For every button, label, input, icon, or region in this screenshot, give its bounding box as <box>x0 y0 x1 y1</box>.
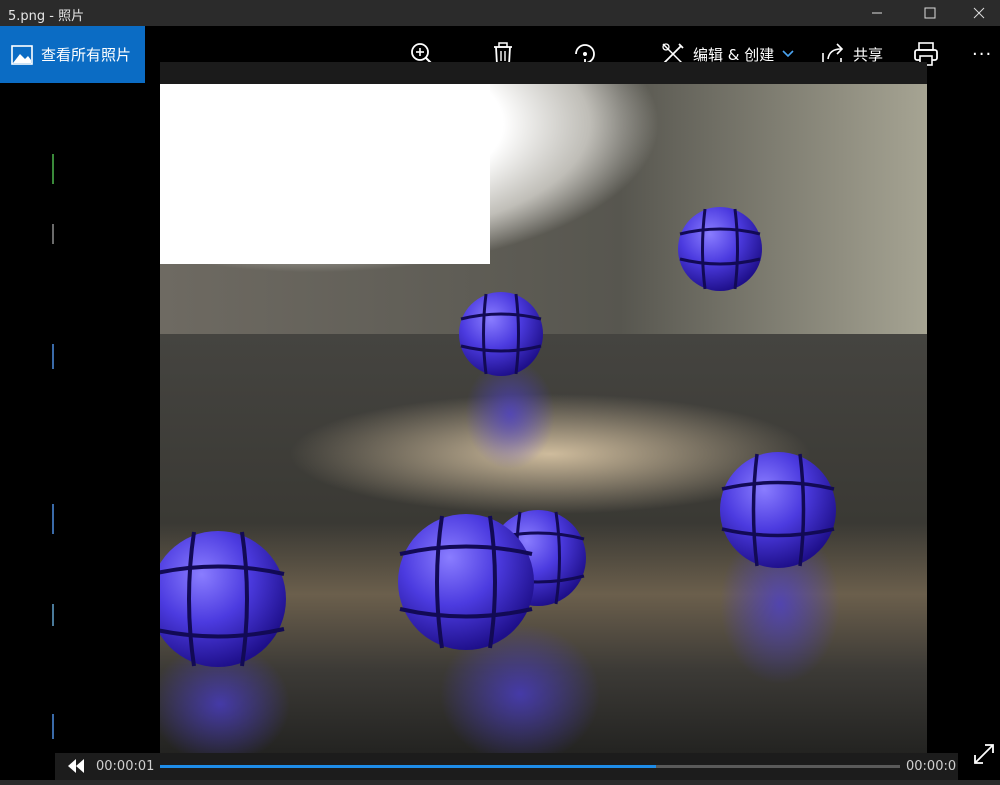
seek-bar-progress <box>160 765 656 768</box>
sphere <box>459 292 543 376</box>
rewind-button[interactable] <box>66 757 86 775</box>
close-button[interactable] <box>956 0 1000 26</box>
chevron-down-icon <box>782 50 794 58</box>
close-icon <box>973 7 985 19</box>
sphere <box>678 207 762 291</box>
glass-spheres-render <box>160 84 927 754</box>
bottom-edge <box>0 780 1000 785</box>
current-time: 00:00:01 <box>96 759 155 774</box>
minimize-button[interactable] <box>854 0 900 26</box>
maximize-icon <box>924 7 936 19</box>
all-photos-label: 查看所有照片 <box>41 46 132 64</box>
title-bar: 5.png - 照片 <box>0 0 1000 26</box>
rewind-icon <box>68 759 84 773</box>
filmstrip-edge <box>52 84 55 754</box>
sphere <box>398 514 534 650</box>
maximize-button[interactable] <box>907 0 953 26</box>
photo-gallery-icon <box>11 44 33 65</box>
fullscreen-button[interactable] <box>970 740 998 768</box>
sphere <box>720 452 836 568</box>
end-time: 00:00:0 <box>906 759 957 774</box>
photo-canvas[interactable] <box>160 84 927 754</box>
expand-icon <box>974 744 994 764</box>
more-options-icon: ··· <box>972 43 993 65</box>
all-photos-button[interactable]: 查看所有照片 <box>0 26 145 83</box>
minimize-icon <box>872 12 882 14</box>
more-options-button[interactable]: ··· <box>972 38 992 70</box>
photo-top-border <box>160 62 927 84</box>
window-title: 5.png - 照片 <box>8 9 85 24</box>
seek-bar[interactable] <box>160 765 900 768</box>
